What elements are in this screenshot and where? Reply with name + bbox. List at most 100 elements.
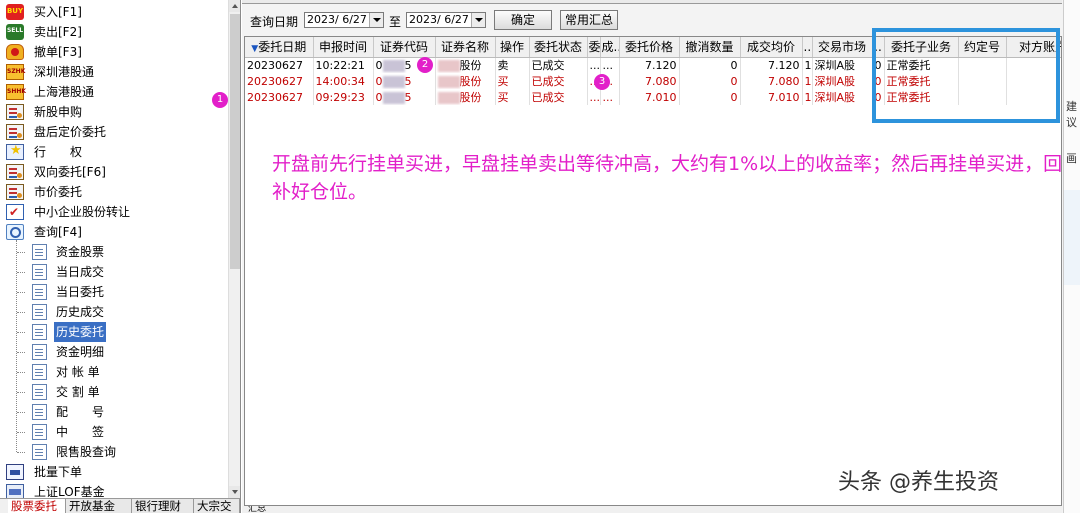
tree-item[interactable]: 历史成交 xyxy=(32,302,228,322)
chevron-down-icon[interactable] xyxy=(471,13,485,27)
column-header[interactable]: 申报时间 xyxy=(313,37,374,58)
tree-item[interactable]: 资金明细 xyxy=(32,342,228,362)
tree-item-label: 当日委托 xyxy=(56,285,105,299)
table-row[interactable]: 20230627 09:29:23 0 5 股份买已成交...... 7.010 0 7.01… xyxy=(245,89,1061,105)
tree-item[interactable]: 对 帐 单 xyxy=(32,362,228,382)
summary-button[interactable]: 常用汇总 xyxy=(560,10,618,30)
from-date-picker[interactable]: 2023/ 6/27 xyxy=(304,12,384,28)
column-header[interactable]: 委托价格 xyxy=(619,37,680,58)
column-header[interactable]: 交易市场 xyxy=(812,37,873,58)
tree-item-label: 上海港股通 xyxy=(34,85,95,99)
table-row[interactable]: 2023062714:00:3405股份买已成交......7.08007.08… xyxy=(245,73,1061,89)
badge-1: 1 xyxy=(212,92,228,108)
tree-item[interactable]: 撤单[F3] xyxy=(6,42,228,62)
batch-icon xyxy=(6,464,24,480)
tree-scrollbar[interactable] xyxy=(228,0,240,498)
tree-item[interactable]: 买入[F1] xyxy=(6,2,228,22)
tree-item[interactable]: 新股申购 xyxy=(6,102,228,122)
cell-name: 股份 xyxy=(435,73,496,89)
column-header[interactable]: 委托状态 xyxy=(529,37,588,58)
form-icon xyxy=(6,164,24,180)
tree-item[interactable]: 中小企业股份转让 xyxy=(6,202,228,222)
tree-item[interactable]: 查询[F4] xyxy=(6,222,228,242)
tree-item-label: 双向委托[F6] xyxy=(34,165,106,179)
confirm-button[interactable]: 确定 xyxy=(494,10,552,30)
tab-open-fund[interactable]: 开放基金 xyxy=(66,499,132,513)
tree-item[interactable]: 卖出[F2] xyxy=(6,22,228,42)
query-toolbar: 查询日期 2023/ 6/27 至 2023/ 6/27 确定 常用汇总 xyxy=(242,5,1062,33)
column-header[interactable]: 证券名称 xyxy=(435,37,496,58)
cell-c14: 0 xyxy=(872,73,885,89)
redacted-block xyxy=(382,91,405,104)
tree-item-label: 上证LOF基金 xyxy=(34,485,105,498)
cell-price: 7.010 xyxy=(619,89,680,105)
tree-item[interactable]: 限售股查询 xyxy=(32,442,228,462)
table-row[interactable]: 20230627 10:22:21 0 5 股份卖已成交...... 7.120 0 7.12… xyxy=(245,57,1061,73)
column-header[interactable]: 撤消数量 xyxy=(679,37,741,58)
chevron-down-icon[interactable] xyxy=(369,13,383,27)
column-header[interactable]: 成... xyxy=(600,37,620,58)
tree-item[interactable]: 交 割 单 xyxy=(32,382,228,402)
column-header[interactable]: .. xyxy=(872,37,885,58)
column-header[interactable]: 委托子业务 xyxy=(884,37,959,58)
tree-item-label: 交 割 单 xyxy=(56,385,100,399)
tree-item[interactable]: 当日成交 xyxy=(32,262,228,282)
tree-item[interactable]: 中 签 xyxy=(32,422,228,442)
scroll-thumb[interactable] xyxy=(230,14,240,269)
tree-item-label: 查询[F4] xyxy=(34,225,82,239)
tab-stock-order[interactable]: 股票委托 xyxy=(8,499,66,513)
cell-c7: ... xyxy=(587,89,601,105)
star-icon xyxy=(6,143,24,160)
tree-item[interactable]: 上证LOF基金 xyxy=(6,482,228,498)
column-header[interactable]: 证券代码 xyxy=(373,37,436,58)
tree-item[interactable]: 资金股票 xyxy=(32,242,228,262)
cell-c12: 1 xyxy=(802,89,813,105)
tree-item[interactable]: 盘后定价委托 xyxy=(6,122,228,142)
cell-status: 已成交 xyxy=(529,89,588,105)
cell-market: 深圳A股 xyxy=(812,89,873,105)
tree-item[interactable]: 配 号 xyxy=(32,402,228,422)
cell-price: 7.080 xyxy=(619,73,680,89)
tab-block-trade[interactable]: 大宗交 xyxy=(194,499,240,513)
cell-name: 股份 xyxy=(435,89,496,105)
tree-item[interactable]: 双向委托[F6] xyxy=(6,162,228,182)
tree-item[interactable]: 当日委托 xyxy=(32,282,228,302)
tree-item-label: 买入[F1] xyxy=(34,5,82,19)
cell-account xyxy=(1006,89,1061,105)
search-icon xyxy=(6,224,24,240)
redacted-block xyxy=(382,59,405,72)
buy-icon xyxy=(6,4,24,20)
edge-text-2: 画 xyxy=(1066,152,1077,165)
column-header[interactable]: 成交均价 xyxy=(740,37,803,58)
tree-item[interactable]: 市价委托 xyxy=(6,182,228,202)
scroll-down-icon[interactable] xyxy=(229,486,240,498)
tree-item[interactable]: 批量下单 xyxy=(6,462,228,482)
edge-text-1: 建议 xyxy=(1066,100,1077,129)
tree-item-label: 中 签 xyxy=(56,425,105,439)
table-header: ▼委托日期申报时间证券代码证券名称操作委托状态委...成...委托价格撤消数量成… xyxy=(245,37,1061,58)
cell-avg: 7.080 xyxy=(740,73,803,89)
column-header[interactable]: 约定号 xyxy=(958,37,1007,58)
column-header[interactable]: .. xyxy=(802,37,813,58)
tree-item-label: 市价委托 xyxy=(34,185,83,199)
tree-item[interactable]: 历史委托 xyxy=(32,322,228,342)
cell-c8: ... xyxy=(600,57,620,73)
doc-icon xyxy=(32,324,47,340)
column-header[interactable]: ▼委托日期 xyxy=(245,37,314,58)
tree-item[interactable]: 行 权 xyxy=(6,142,228,162)
tree-item[interactable]: 深圳港股通 xyxy=(6,62,228,82)
to-date-picker[interactable]: 2023/ 6/27 xyxy=(406,12,486,28)
tree-item-label: 资金股票 xyxy=(56,245,105,259)
column-header[interactable]: 操作 xyxy=(495,37,530,58)
scroll-up-icon[interactable] xyxy=(229,0,240,12)
redacted-block xyxy=(437,91,460,104)
cell-cancel: 0 xyxy=(679,89,741,105)
main-area: 查询日期 2023/ 6/27 至 2023/ 6/27 确定 常用汇总 ▼委托… xyxy=(242,0,1080,513)
bottom-tabs: 股票委托 开放基金 银行理财 大宗交 xyxy=(0,498,240,513)
column-header[interactable]: 对方账户 xyxy=(1006,37,1061,58)
tree-item[interactable]: 上海港股通 xyxy=(6,82,228,102)
doc-icon xyxy=(32,264,47,280)
tab-bank-wealth[interactable]: 银行理财 xyxy=(132,499,194,513)
annotation-text: 开盘前先行挂单买进，早盘挂单卖出等待冲高，大约有1%以上的收益率；然后再挂单买进… xyxy=(272,153,1063,203)
column-header[interactable]: 委... xyxy=(587,37,601,58)
